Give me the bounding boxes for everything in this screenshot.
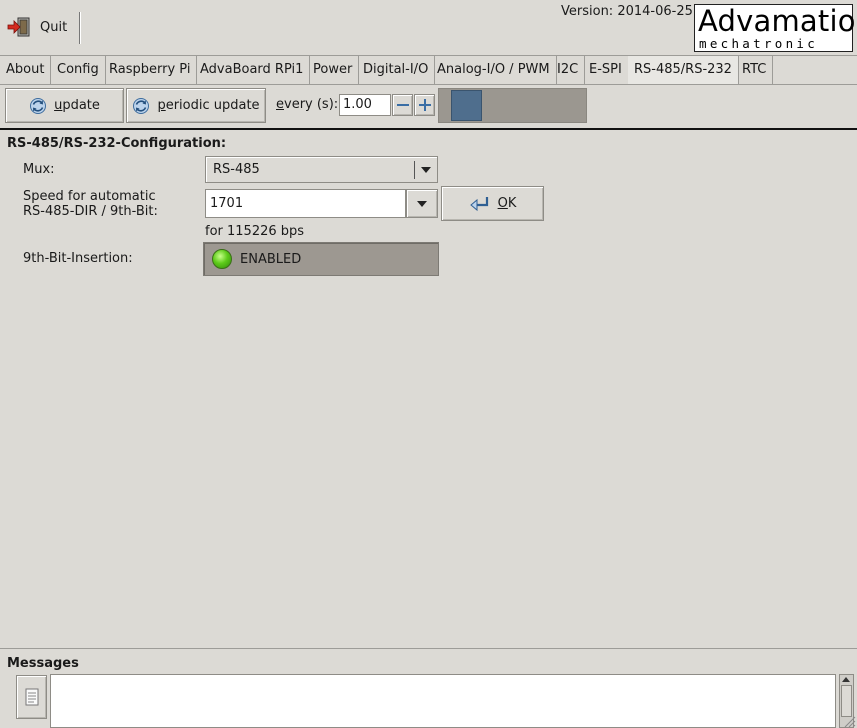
mux-value: RS-485 (213, 162, 260, 177)
mux-select[interactable]: RS-485 (205, 156, 438, 183)
tab-bar: About Config Raspberry Pi AdvaBoard RPi1… (0, 55, 857, 85)
periodic-update-label: periodic update (157, 98, 260, 113)
tab-raspberry-pi[interactable]: Raspberry Pi (103, 56, 198, 84)
tab-analog-io-pwm[interactable]: Analog-I/O / PWM (431, 56, 557, 84)
update-label: update (54, 98, 100, 113)
scroll-thumb[interactable] (841, 685, 852, 717)
tab-config[interactable]: Config (51, 56, 106, 84)
speed-input[interactable]: 1701 (205, 189, 406, 218)
speed-label-line1: Speed for automatic (23, 189, 156, 204)
tab-rtc[interactable]: RTC (736, 56, 774, 84)
speed-label-line2: RS-485-DIR / 9th-Bit: (23, 204, 158, 219)
advamation-logo: Advamation mechatronic (694, 4, 857, 52)
refresh-icon (133, 97, 150, 114)
speed-dropdown-button[interactable] (406, 189, 438, 218)
scroll-up-icon[interactable] (842, 677, 850, 682)
ninth-bit-state: ENABLED (240, 251, 302, 267)
ok-button[interactable]: OK (441, 186, 544, 221)
periodic-update-button[interactable]: periodic update (126, 88, 266, 123)
quit-button[interactable]: Quit (6, 9, 74, 45)
toolbar-divider (0, 128, 857, 130)
messages-title: Messages (7, 656, 79, 671)
resize-grip-icon[interactable] (842, 714, 856, 728)
led-indicator-icon (212, 249, 232, 269)
interval-input[interactable]: 1.00 (339, 94, 391, 116)
tab-advaboard-rpi1[interactable]: AdvaBoard RPi1 (194, 56, 311, 84)
chevron-down-icon (417, 200, 427, 207)
tab-rs485-rs232[interactable]: RS-485/RS-232 (628, 56, 739, 84)
chevron-down-icon (421, 167, 431, 173)
interval-increment-button[interactable] (414, 94, 435, 116)
quit-label: Quit (40, 19, 68, 35)
logo-subtitle: mechatronic (699, 36, 819, 51)
slider-knob[interactable] (451, 90, 482, 121)
update-button[interactable]: update (5, 88, 124, 123)
clear-messages-button[interactable] (16, 675, 47, 719)
tab-e-spi[interactable]: E-SPI (583, 56, 629, 84)
ok-label: OK (497, 196, 517, 211)
section-title: RS-485/RS-232-Configuration: (7, 136, 227, 151)
minus-icon (396, 104, 409, 106)
logo-title: Advamation (698, 4, 857, 38)
update-progress-slider[interactable] (438, 88, 587, 123)
plus-icon (418, 99, 431, 111)
tab-about[interactable]: About (0, 56, 52, 84)
messages-log[interactable] (50, 674, 836, 728)
tab-digital-io[interactable]: Digital-I/O (357, 56, 436, 84)
refresh-icon (30, 97, 47, 114)
toolbar-separator (79, 12, 81, 44)
mux-label: Mux: (23, 162, 55, 177)
bps-info: for 115226 bps (205, 224, 305, 239)
combo-separator (414, 161, 415, 179)
document-icon (25, 688, 38, 706)
interval-label: every (s): (276, 97, 339, 112)
version-label: Version: 2014-06-25 (561, 4, 693, 19)
ninth-bit-toggle[interactable]: ENABLED (203, 242, 439, 276)
messages-divider (0, 648, 857, 649)
ninth-bit-label: 9th-Bit-Insertion: (23, 251, 133, 266)
tab-i2c[interactable]: I2C (551, 56, 586, 84)
enter-icon (469, 196, 488, 211)
exit-door-icon (7, 17, 30, 37)
interval-decrement-button[interactable] (392, 94, 413, 116)
tab-power[interactable]: Power (307, 56, 360, 84)
